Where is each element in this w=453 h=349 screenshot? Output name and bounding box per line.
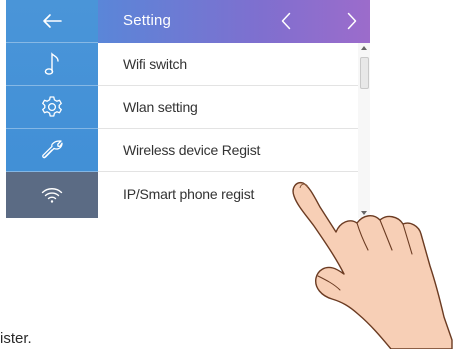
caption-text: ister. (0, 330, 32, 347)
hand-shape (292, 181, 453, 349)
pointing-hand-illustration (292, 181, 453, 349)
